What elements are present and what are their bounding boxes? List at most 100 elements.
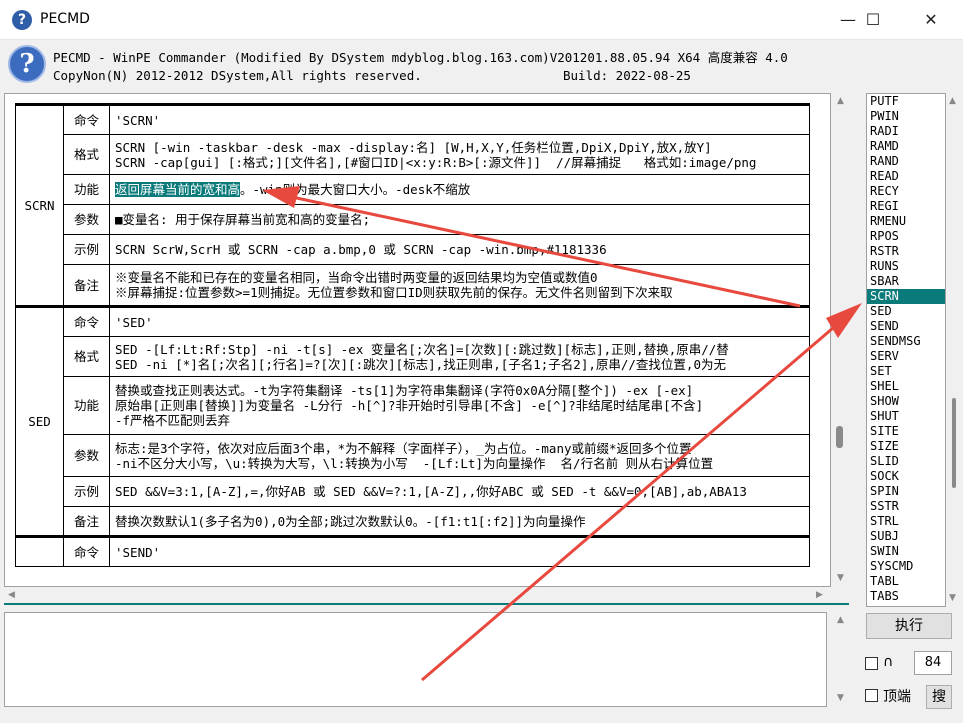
command-list-item[interactable]: SIZE bbox=[867, 439, 945, 454]
row-value-rest: 。-win则为最大窗口大小。-desk不缩放 bbox=[240, 182, 471, 197]
command-list-item[interactable]: STRL bbox=[867, 514, 945, 529]
command-list-item[interactable]: PWIN bbox=[867, 109, 945, 124]
maximize-button[interactable]: ☐ bbox=[850, 0, 896, 40]
app-header: ? PECMD - WinPE Commander (Modified By D… bbox=[0, 40, 963, 92]
command-list-item[interactable]: SLID bbox=[867, 454, 945, 469]
command-list-item[interactable]: TABL bbox=[867, 574, 945, 589]
font-size-field[interactable]: 84 bbox=[914, 651, 952, 675]
row-key: 功能 bbox=[63, 376, 110, 435]
row-key: 备注 bbox=[63, 264, 110, 307]
wrap-checkbox[interactable] bbox=[865, 657, 878, 670]
row-value: 标志:是3个字符，依次对应后面3个串，*为不解释（字面样子），_为占位。-man… bbox=[109, 434, 810, 477]
selected-text: 返回屏幕当前的宽和高 bbox=[115, 182, 241, 197]
command-list-item[interactable]: SPIN bbox=[867, 484, 945, 499]
scroll-right-icon[interactable]: ▶ bbox=[816, 590, 823, 600]
wrap-checkbox-label: ∩ bbox=[883, 654, 894, 670]
list-scroll-up-icon[interactable]: ▲ bbox=[949, 96, 956, 106]
command-list-item[interactable]: RSTR bbox=[867, 244, 945, 259]
command-list-item[interactable]: SHOW bbox=[867, 394, 945, 409]
row-key: 格式 bbox=[63, 336, 110, 377]
command-list-item[interactable]: RAND bbox=[867, 154, 945, 169]
row-key: 命令 bbox=[63, 103, 110, 135]
row-key: 功能 bbox=[63, 174, 110, 205]
scroll-left-icon[interactable]: ◀ bbox=[8, 590, 15, 600]
input-scrollbar[interactable]: ▲ ▼ bbox=[832, 612, 849, 707]
command-list-item[interactable]: TABS bbox=[867, 589, 945, 604]
header-copyright: CopyNon(N) 2012-2012 DSystem,All rights … bbox=[53, 68, 422, 83]
scroll-down-icon[interactable]: ▼ bbox=[837, 573, 844, 583]
topmost-checkbox-label: 顶端 bbox=[883, 689, 911, 705]
command-list-scrollbar[interactable]: ▲ ▼ bbox=[946, 93, 960, 607]
command-list-item[interactable]: SYSCMD bbox=[867, 559, 945, 574]
command-list-item[interactable]: PUTF bbox=[867, 94, 945, 109]
command-list-item[interactable]: SHUT bbox=[867, 409, 945, 424]
row-key: 命令 bbox=[63, 305, 110, 337]
help-icon: ? bbox=[12, 10, 32, 30]
window-title: PECMD bbox=[40, 11, 90, 27]
row-value: 返回屏幕当前的宽和高。-win则为最大窗口大小。-desk不缩放 bbox=[109, 174, 810, 205]
command-list[interactable]: PUTF PWIN RADI RAMD RAND READ RECY REGI RMENU RPO… bbox=[866, 93, 946, 607]
command-list-item[interactable]: SITE bbox=[867, 424, 945, 439]
command-list-item[interactable]: SBAR bbox=[867, 274, 945, 289]
command-name-send bbox=[15, 535, 64, 567]
command-list-item[interactable]: RPOS bbox=[867, 229, 945, 244]
command-list-scroll-thumb[interactable] bbox=[952, 398, 956, 488]
row-value: SED -[Lf:Lt:Rf:Stp] -ni -t[s] -ex 变量名[;次… bbox=[109, 336, 810, 377]
search-button[interactable]: 搜 bbox=[926, 685, 952, 709]
command-list-item[interactable]: SERV bbox=[867, 349, 945, 364]
command-list-item[interactable]: SOCK bbox=[867, 469, 945, 484]
row-value: ■变量名: 用于保存屏幕当前宽和高的变量名; bbox=[109, 204, 810, 235]
doc-vertical-scrollbar[interactable]: ▲ ▼ bbox=[832, 93, 849, 587]
command-list-item[interactable]: RMENU bbox=[867, 214, 945, 229]
command-name-sed: SED bbox=[15, 305, 64, 537]
row-key: 示例 bbox=[63, 476, 110, 507]
command-list-item[interactable]: SENDMSG bbox=[867, 334, 945, 349]
row-key: 参数 bbox=[63, 434, 110, 477]
command-list-item[interactable]: SCRN bbox=[867, 289, 945, 304]
row-value: SCRN ScrW,ScrH 或 SCRN -cap a.bmp,0 或 SCR… bbox=[109, 234, 810, 265]
row-key: 格式 bbox=[63, 134, 110, 175]
row-value: 替换次数默认1(多子名为0),0为全部;跳过次数默认0。-[f1:t1[:f2]… bbox=[109, 506, 810, 537]
row-key: 参数 bbox=[63, 204, 110, 235]
input-scroll-down-icon[interactable]: ▼ bbox=[837, 693, 844, 703]
splitter-bar[interactable] bbox=[4, 603, 849, 605]
command-list-item[interactable]: SWIN bbox=[867, 544, 945, 559]
command-list-item[interactable]: SSTR bbox=[867, 499, 945, 514]
doc-horizontal-scrollbar[interactable]: ◀ ▶ bbox=[4, 587, 831, 603]
row-value: SCRN [-win -taskbar -desk -max -display:… bbox=[109, 134, 810, 175]
help-logo-icon: ? bbox=[8, 45, 46, 83]
topmost-checkbox[interactable] bbox=[865, 689, 878, 702]
row-value: 替换或查找正则表达式。-t为字符集翻译 -ts[1]为字符串集翻译(字符0x0A… bbox=[109, 376, 810, 435]
row-value: 'SED' bbox=[109, 305, 810, 337]
command-list-item[interactable]: REGI bbox=[867, 199, 945, 214]
command-list-item[interactable]: READ bbox=[867, 169, 945, 184]
command-list-item[interactable]: RAMD bbox=[867, 139, 945, 154]
command-list-item[interactable]: SET bbox=[867, 364, 945, 379]
help-document-view[interactable]: SCRN 命令 'SCRN' 格式 SCRN [-win -taskbar -d… bbox=[4, 93, 831, 587]
scroll-up-icon[interactable]: ▲ bbox=[837, 96, 844, 106]
header-title: PECMD - WinPE Commander (Modified By DSy… bbox=[53, 50, 788, 65]
command-list-item[interactable]: SED bbox=[867, 304, 945, 319]
list-scroll-down-icon[interactable]: ▼ bbox=[949, 593, 956, 603]
command-list-item[interactable]: SEND bbox=[867, 319, 945, 334]
command-list-item[interactable]: RECY bbox=[867, 184, 945, 199]
command-name-scrn: SCRN bbox=[15, 103, 64, 307]
execute-button[interactable]: 执行 bbox=[866, 613, 952, 639]
row-key: 备注 bbox=[63, 506, 110, 537]
doc-scroll-thumb[interactable] bbox=[836, 426, 843, 448]
close-button[interactable]: ✕ bbox=[908, 0, 954, 40]
command-doc-table: SCRN 命令 'SCRN' 格式 SCRN [-win -taskbar -d… bbox=[15, 103, 810, 567]
row-value: SED &&V=3:1,[A-Z],=,你好AB 或 SED &&V=?:1,[… bbox=[109, 476, 810, 507]
command-list-item[interactable]: SUBJ bbox=[867, 529, 945, 544]
title-bar: ? PECMD — ☐ ✕ bbox=[0, 0, 963, 40]
row-key: 示例 bbox=[63, 234, 110, 265]
command-list-item[interactable]: RADI bbox=[867, 124, 945, 139]
row-value: 'SEND' bbox=[109, 535, 810, 567]
input-scroll-up-icon[interactable]: ▲ bbox=[837, 615, 844, 625]
header-build: Build: 2022-08-25 bbox=[563, 68, 691, 83]
command-list-item[interactable]: SHEL bbox=[867, 379, 945, 394]
row-value: ※变量名不能和已存在的变量名相同，当命令出错时两变量的返回结果均为空值或数值0 … bbox=[109, 264, 810, 307]
command-list-item[interactable]: RUNS bbox=[867, 259, 945, 274]
command-input[interactable] bbox=[4, 612, 827, 707]
row-value: 'SCRN' bbox=[109, 103, 810, 135]
